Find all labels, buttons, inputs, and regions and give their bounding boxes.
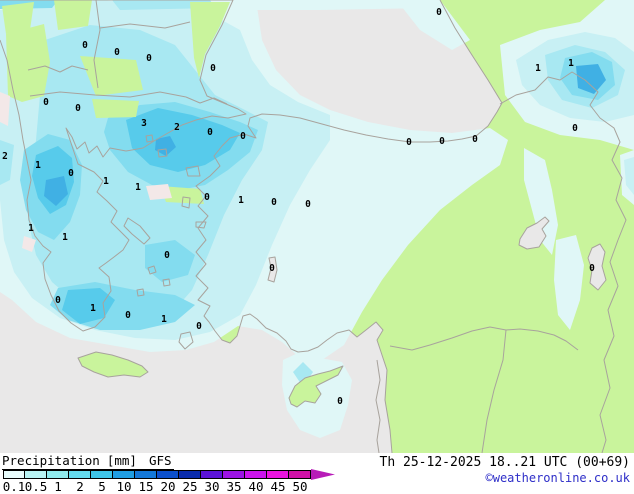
colorbar-tick-label: 2 <box>76 479 84 494</box>
precip-value-label: 1 <box>238 195 244 206</box>
precip-value-label: 0 <box>589 263 595 274</box>
precip-value-label: 0 <box>125 310 131 321</box>
colorbar-arrow-icon <box>311 469 335 480</box>
colorbar-tick-label: 5 <box>98 479 106 494</box>
colorbar-tick-label: 20 <box>160 479 176 494</box>
precip-value-label: 0 <box>572 123 578 134</box>
colorbar-tick-label: 50 <box>292 479 308 494</box>
forecast-datetime: Th 25-12-2025 18..21 UTC (00+69) <box>379 455 630 470</box>
colorbar-segment <box>201 470 223 479</box>
precipitation-map: 0 0 0 0 0 0 3 2 0 0 0 1 1 0 0 0 0 2 1 0 1 1 0 1 0 0 1 1 0 0 0 0 1 0 1 0 0 <box>0 0 634 453</box>
precip-value-label: 0 <box>82 40 88 51</box>
colorbar-tick-label: 25 <box>182 479 198 494</box>
colorbar-segment <box>113 470 135 479</box>
precip-value-label: 1 <box>161 314 167 325</box>
precip-value-label: 0 <box>305 199 311 210</box>
precip-value-label: 3 <box>141 118 147 129</box>
colorbar-segment <box>245 470 267 479</box>
precip-value-label: 1 <box>535 63 541 74</box>
precip-value-label: 0 <box>55 295 61 306</box>
precip-value-label: 0 <box>204 192 210 203</box>
precip-value-label: 1 <box>103 176 109 187</box>
legend-bar: Precipitation [mm] GFS 0.1 0.5 1 2 5 10 15 20 25 30… <box>0 453 634 494</box>
precip-value-label: 0 <box>439 136 445 147</box>
colorbar-segment <box>267 470 289 479</box>
colorbar-tick-label: 10 <box>116 479 132 494</box>
colorbar-segment <box>289 470 311 479</box>
colorbar-segment <box>157 470 179 479</box>
precip-value-label: 2 <box>2 151 8 162</box>
precip-value-label: 0 <box>207 127 213 138</box>
precip-value-label: 0 <box>43 97 49 108</box>
precip-value-label: 1 <box>568 58 574 69</box>
colorbar-tick-label: 40 <box>248 479 264 494</box>
precip-value-label: 0 <box>114 47 120 58</box>
weather-map-screen: 0000003200011000021011010011000010100 Pr… <box>0 0 634 494</box>
legend-model-label: GFS <box>148 453 172 468</box>
precip-value-label: 0 <box>271 197 277 208</box>
colorbar-segment <box>91 470 113 479</box>
colorbar <box>3 470 311 479</box>
colorbar-segment <box>223 470 245 479</box>
colorbar-segment <box>25 470 47 479</box>
precip-value-label: 0 <box>164 250 170 261</box>
legend-unit-label: [mm] <box>106 453 137 468</box>
precip-value-label: 0 <box>436 7 442 18</box>
colorbar-tick-label: 35 <box>226 479 242 494</box>
precip-value-label: 0 <box>75 103 81 114</box>
colorbar-tick-label: 15 <box>138 479 154 494</box>
colorbar-segment <box>47 470 69 479</box>
precip-value-label: 2 <box>174 122 180 133</box>
precip-value-label: 0 <box>269 263 275 274</box>
precip-value-label: 0 <box>146 53 152 64</box>
precip-value-label: 1 <box>135 182 141 193</box>
colorbar-tick-label: 1 <box>54 479 62 494</box>
precip-value-label: 1 <box>35 160 41 171</box>
copyright-link[interactable]: ©weatheronline.co.uk <box>486 471 631 485</box>
colorbar-tick-label: 45 <box>270 479 286 494</box>
precip-value-label: 0 <box>196 321 202 332</box>
colorbar-segment <box>179 470 201 479</box>
precip-value-label: 0 <box>472 134 478 145</box>
precip-value-label: 0 <box>337 396 343 407</box>
precip-value-label: 1 <box>62 232 68 243</box>
colorbar-segment <box>69 470 91 479</box>
colorbar-tick-label: 0.5 <box>24 479 48 494</box>
legend-parameter-label: Precipitation <box>2 453 100 468</box>
precip-value-label: 1 <box>28 223 34 234</box>
precip-value-label: 1 <box>90 303 96 314</box>
legend-title: Precipitation [mm] GFS <box>2 453 174 470</box>
precip-value-label: 0 <box>406 137 412 148</box>
colorbar-tick-label: 0.1 <box>2 479 26 494</box>
precip-value-label: 0 <box>210 63 216 74</box>
colorbar-segment <box>3 470 25 479</box>
precip-value-label: 0 <box>240 131 246 142</box>
precip-value-label: 0 <box>68 168 74 179</box>
colorbar-segment <box>135 470 157 479</box>
colorbar-tick-label: 30 <box>204 479 220 494</box>
